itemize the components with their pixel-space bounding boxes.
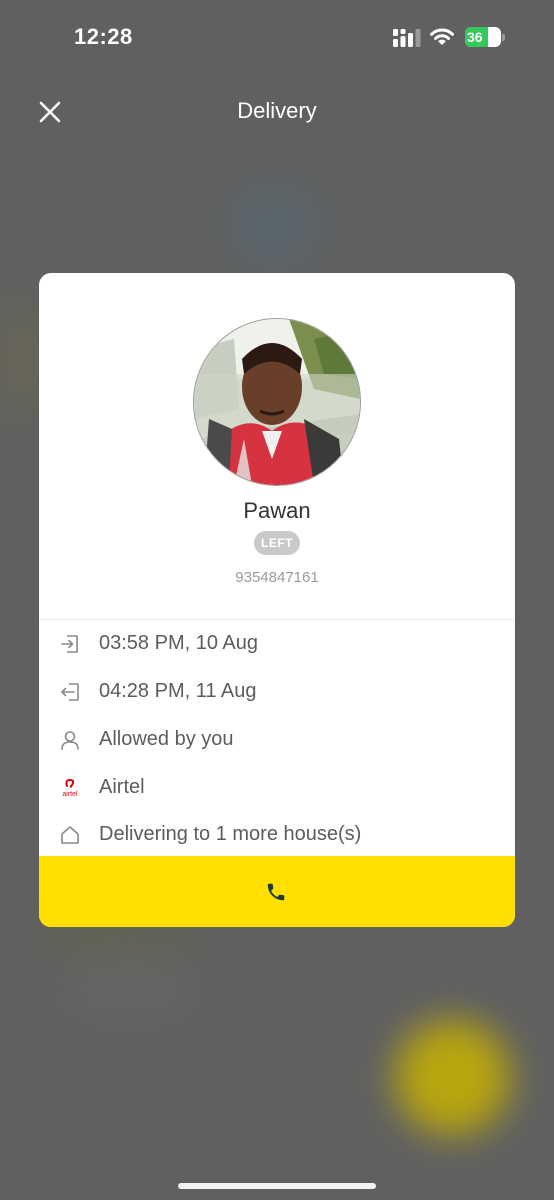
approved-by: Allowed by you bbox=[99, 728, 234, 750]
status-time: 12:28 bbox=[74, 24, 133, 49]
background-blur-shape bbox=[230, 180, 320, 270]
houses-info: Delivering to 1 more house(s) bbox=[99, 823, 362, 845]
svg-text:airtel: airtel bbox=[62, 791, 78, 798]
company-name: Airtel bbox=[99, 776, 145, 798]
house-icon bbox=[61, 826, 79, 844]
background-blur-shape bbox=[60, 960, 200, 1020]
visitor-phone: 9354847161 bbox=[235, 569, 319, 586]
divider bbox=[39, 619, 515, 620]
signal-icon bbox=[393, 29, 421, 47]
airtel-logo-icon: airtel bbox=[62, 778, 78, 798]
exit-time: 04:28 PM, 11 Aug bbox=[99, 680, 257, 702]
approved-by-row: Allowed by you bbox=[39, 724, 515, 754]
person-icon bbox=[61, 731, 79, 750]
battery-cap bbox=[502, 34, 505, 41]
entry-time-row: 03:58 PM, 10 Aug bbox=[39, 628, 515, 658]
page-title: Delivery bbox=[237, 98, 317, 123]
visitor-photo bbox=[193, 318, 361, 486]
exit-icon bbox=[61, 683, 79, 701]
visitor-name: Pawan bbox=[243, 498, 311, 523]
entry-time: 03:58 PM, 10 Aug bbox=[99, 632, 259, 654]
status-badge: LEFT bbox=[254, 531, 300, 555]
battery-icon: 36 bbox=[465, 27, 501, 47]
call-button[interactable] bbox=[39, 856, 515, 927]
company-row: airtel Airtel bbox=[39, 772, 515, 802]
phone-icon bbox=[267, 883, 285, 901]
battery-percentage: 36 bbox=[467, 29, 483, 45]
wifi-icon bbox=[430, 28, 454, 45]
visitor-card: Pawan LEFT 9354847161 03:58 PM, 10 Aug 0… bbox=[39, 273, 515, 927]
houses-row: Delivering to 1 more house(s) bbox=[39, 819, 515, 849]
home-indicator[interactable] bbox=[178, 1183, 376, 1189]
entry-icon bbox=[61, 635, 78, 653]
visitor-photo-image bbox=[194, 319, 360, 485]
background-blur-shape bbox=[395, 1020, 510, 1135]
background-blur-shape bbox=[0, 300, 40, 420]
charging-bolt-icon bbox=[489, 30, 499, 44]
exit-time-row: 04:28 PM, 11 Aug bbox=[39, 676, 515, 706]
status-bar: 12:28 36 bbox=[0, 0, 554, 75]
